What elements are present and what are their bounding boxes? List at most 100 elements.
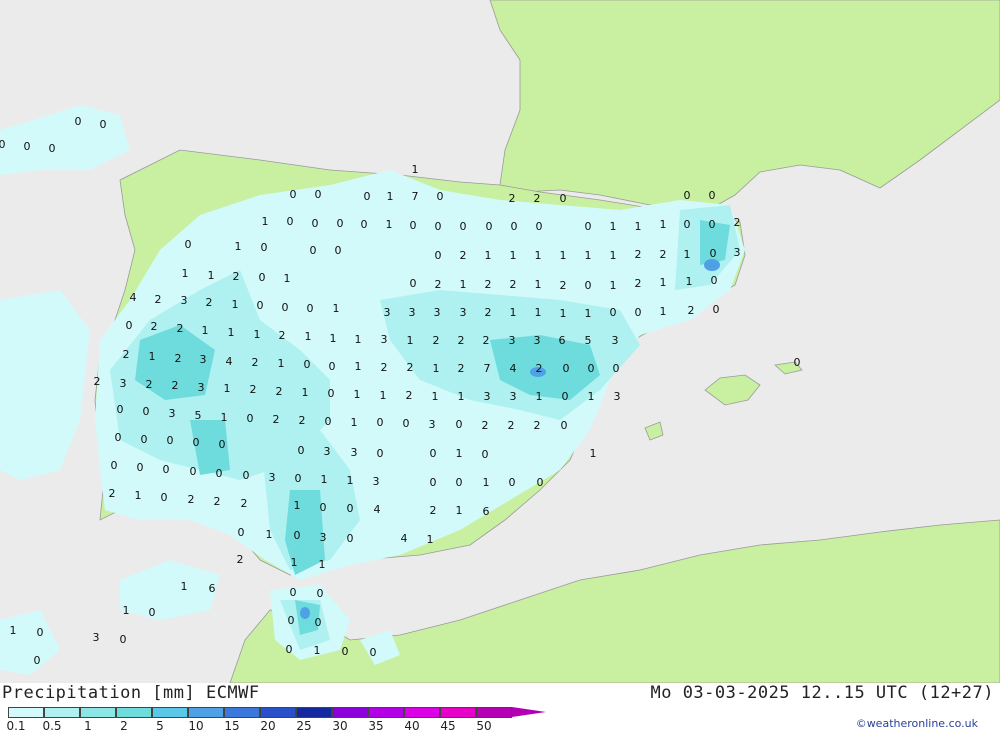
precip-value: 0 xyxy=(75,115,82,128)
precip-value: 1 xyxy=(610,220,617,233)
legend-swatch xyxy=(260,707,296,718)
precip-value: 1 xyxy=(407,334,414,347)
precip-value: 0 xyxy=(370,646,377,659)
precip-value: 2 xyxy=(123,348,130,361)
precip-value: 0 xyxy=(561,419,568,432)
precip-value: 1 xyxy=(660,218,667,231)
precip-value: 1 xyxy=(232,298,239,311)
precip-value: 0 xyxy=(635,306,642,319)
precip-value: 1 xyxy=(686,275,693,288)
precip-value: 2 xyxy=(534,419,541,432)
precip-value: 4 xyxy=(510,362,517,375)
precip-value: 0 xyxy=(307,302,314,315)
precip-value: 2 xyxy=(734,216,741,229)
precip-value: 2 xyxy=(94,375,101,388)
precip-value: 2 xyxy=(407,361,414,374)
precip-value: 0 xyxy=(282,301,289,314)
precip-value: 0 xyxy=(563,362,570,375)
legend-color-bar xyxy=(8,707,546,718)
precip-value: 2 xyxy=(279,329,286,342)
precip-value: 1 xyxy=(510,249,517,262)
precip-value: 0 xyxy=(304,358,311,371)
precip-value: 3 xyxy=(612,334,619,347)
precip-value: 1 xyxy=(228,326,235,339)
legend-swatch xyxy=(188,707,224,718)
precip-value: 1 xyxy=(536,390,543,403)
precip-value: 3 xyxy=(484,390,491,403)
legend-label: 50 xyxy=(476,719,492,733)
precip-value: 6 xyxy=(483,505,490,518)
precip-value: 0 xyxy=(120,633,127,646)
precip-value: 6 xyxy=(209,582,216,595)
precip-value: 4 xyxy=(401,532,408,545)
precip-value: 3 xyxy=(169,407,176,420)
precip-value: 0 xyxy=(337,217,344,230)
precip-value: 2 xyxy=(109,487,116,500)
precip-value: 0 xyxy=(710,247,717,260)
precip-value: 2 xyxy=(175,352,182,365)
legend-swatch xyxy=(476,707,512,718)
precip-value: 5 xyxy=(195,409,202,422)
precip-value: 0 xyxy=(149,606,156,619)
precip-value: 0 xyxy=(238,526,245,539)
legend-label: 5 xyxy=(156,719,164,733)
precip-value: 0 xyxy=(610,306,617,319)
precip-value: 1 xyxy=(10,624,17,637)
precip-value: 1 xyxy=(284,272,291,285)
precip-value: 0 xyxy=(24,140,31,153)
footer: Precipitation [mm] ECMWF Mo 03-03-2025 1… xyxy=(0,683,1000,733)
precip-value: 2 xyxy=(660,248,667,261)
precip-value: 0 xyxy=(794,356,801,369)
precip-value: 2 xyxy=(433,334,440,347)
precip-value: 3 xyxy=(429,418,436,431)
legend-label: 45 xyxy=(440,719,456,733)
precip-value: 1 xyxy=(208,269,215,282)
precip-value: 0 xyxy=(403,417,410,430)
precip-value: 0 xyxy=(117,403,124,416)
precip-value: 0 xyxy=(161,491,168,504)
precip-value: 1 xyxy=(433,362,440,375)
precip-value: 3 xyxy=(93,631,100,644)
precip-value: 0 xyxy=(482,448,489,461)
precip-value: 2 xyxy=(241,497,248,510)
legend-label: 40 xyxy=(404,719,420,733)
precip-value: 3 xyxy=(509,334,516,347)
legend-label: 30 xyxy=(332,719,348,733)
precip-value: 1 xyxy=(610,249,617,262)
legend-swatch xyxy=(44,707,80,718)
copyright: ©weatheronline.co.uk xyxy=(855,717,978,730)
precip-value: 1 xyxy=(485,249,492,262)
precip-value: 0 xyxy=(320,501,327,514)
precip-value: 1 xyxy=(333,302,340,315)
precip-value: 0 xyxy=(193,436,200,449)
legend-arrow xyxy=(512,707,546,717)
precip-value: 3 xyxy=(181,294,188,307)
precip-value: 0 xyxy=(585,279,592,292)
precip-value: 0 xyxy=(328,387,335,400)
precip-value: 1 xyxy=(351,416,358,429)
precip-value: 2 xyxy=(482,419,489,432)
precip-value: 1 xyxy=(610,279,617,292)
legend-swatch xyxy=(224,707,260,718)
precip-value: 1 xyxy=(432,390,439,403)
precip-value: 3 xyxy=(734,246,741,259)
precip-value: 0 xyxy=(259,271,266,284)
precip-value: 2 xyxy=(483,334,490,347)
legend-swatch xyxy=(440,707,476,718)
precip-value: 3 xyxy=(200,353,207,366)
precip-value: 2 xyxy=(206,296,213,309)
precip-value: 1 xyxy=(254,328,261,341)
precip-value: 1 xyxy=(347,474,354,487)
precip-value: 2 xyxy=(435,278,442,291)
precip-value: 0 xyxy=(294,529,301,542)
precip-value: 3 xyxy=(373,475,380,488)
precip-value: 0 xyxy=(713,303,720,316)
legend-label: 0.5 xyxy=(42,719,62,733)
precip-value: 0 xyxy=(111,459,118,472)
precip-value: 1 xyxy=(202,324,209,337)
legend-swatch xyxy=(296,707,332,718)
precip-value: 1 xyxy=(149,350,156,363)
precip-value: 0 xyxy=(335,244,342,257)
precip-value: 7 xyxy=(484,362,491,375)
precip-value: 1 xyxy=(510,306,517,319)
